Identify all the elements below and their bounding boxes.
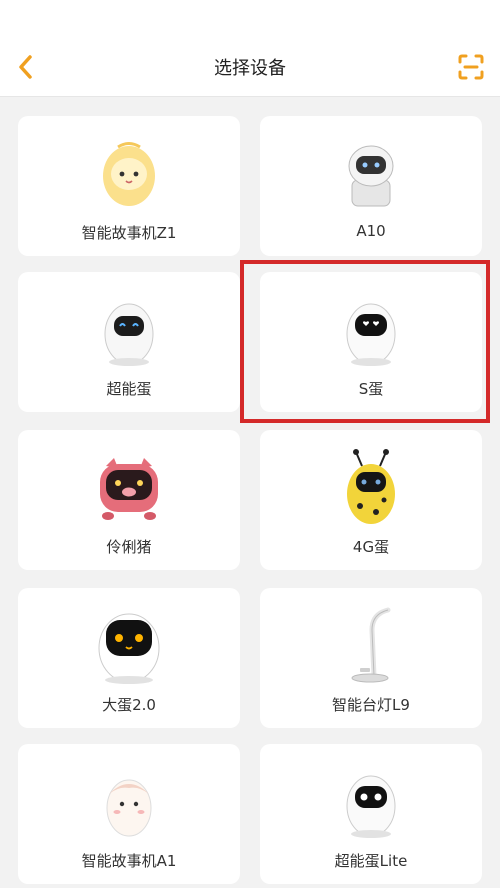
- device-card-super-egg[interactable]: 超能蛋: [18, 272, 240, 412]
- bee-egg-robot-icon: [347, 449, 395, 524]
- device-card-big-egg[interactable]: 大蛋2.0: [18, 588, 240, 728]
- scan-button[interactable]: [456, 52, 486, 82]
- egg-robot-s-icon: [346, 303, 396, 366]
- egg-character-icon: [103, 142, 155, 206]
- device-label: 智能台灯L9: [332, 696, 410, 714]
- device-label: 4G蛋: [352, 538, 390, 556]
- device-card-s-egg[interactable]: S蛋: [260, 272, 482, 412]
- device-label: 智能故事机A1: [81, 852, 177, 870]
- big-egg-robot-icon: [98, 613, 160, 684]
- top-nav-bar: 选择设备: [0, 0, 500, 97]
- device-label: 大蛋2.0: [102, 696, 156, 714]
- device-card-4g-egg[interactable]: 4G蛋: [260, 430, 482, 570]
- page-title: 选择设备: [214, 58, 286, 79]
- device-card-a10[interactable]: A10: [260, 116, 482, 256]
- egg-character-a1-icon: [106, 779, 152, 837]
- device-card-lamp[interactable]: 智能台灯L9: [260, 588, 482, 728]
- back-button[interactable]: [10, 50, 40, 84]
- egg-robot-lite-icon: [346, 775, 396, 838]
- scan-icon: [458, 54, 484, 80]
- device-label: 伶俐猪: [106, 538, 152, 556]
- pig-robot-icon: [100, 458, 158, 520]
- device-card-z1[interactable]: 智能故事机Z1: [18, 116, 240, 256]
- egg-robot-icon: [104, 303, 154, 366]
- desk-lamp-icon: [351, 607, 391, 683]
- device-label: 智能故事机Z1: [81, 224, 177, 242]
- device-label: S蛋: [358, 380, 384, 398]
- device-card-a1[interactable]: 智能故事机A1: [18, 744, 240, 884]
- robot-a10-icon: [348, 145, 394, 207]
- device-card-pig[interactable]: 伶俐猪: [18, 430, 240, 570]
- chevron-left-icon: [19, 55, 32, 79]
- device-label: A10: [356, 222, 386, 240]
- device-label: 超能蛋: [106, 380, 152, 398]
- device-label: 超能蛋Lite: [334, 852, 408, 870]
- device-card-super-egg-lite[interactable]: 超能蛋Lite: [260, 744, 482, 884]
